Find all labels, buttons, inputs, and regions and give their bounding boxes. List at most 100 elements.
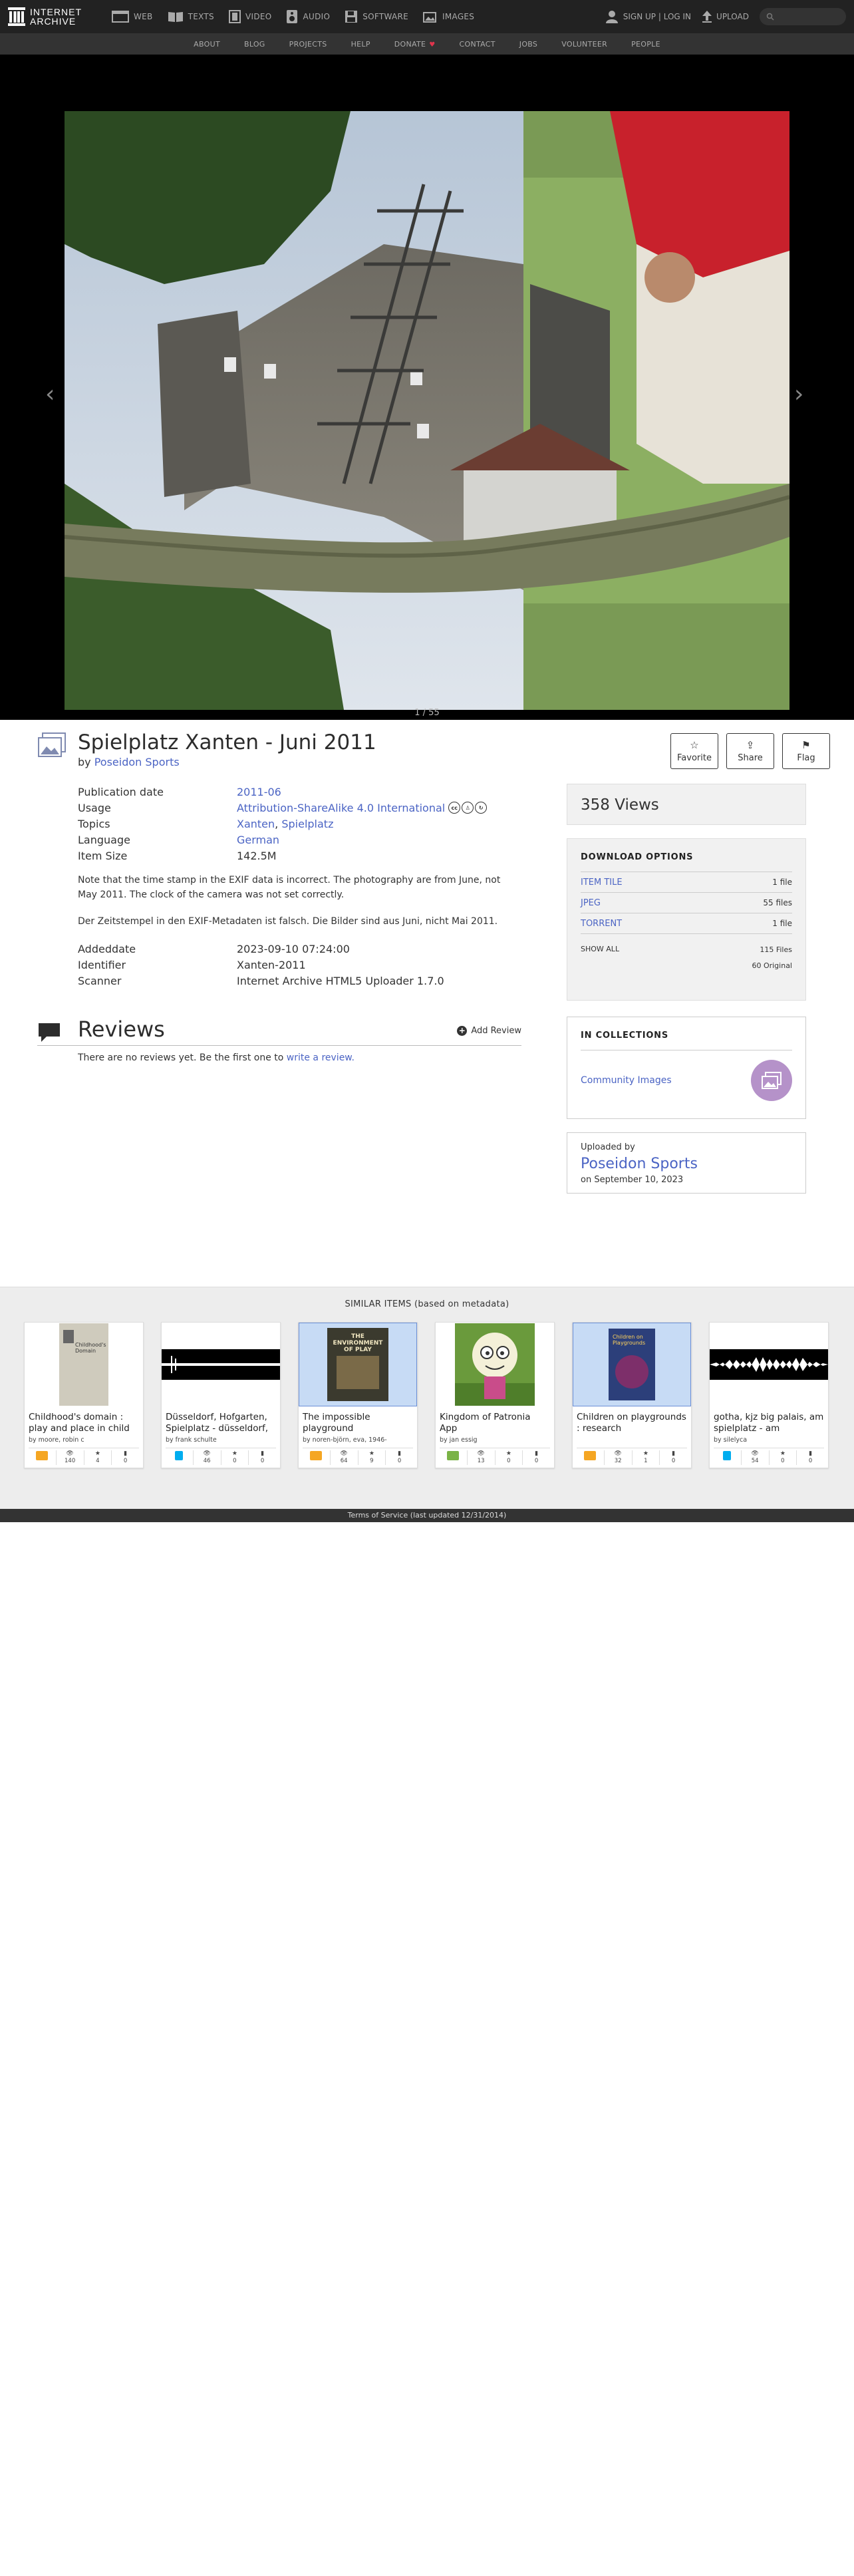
reviews-value: 0: [671, 1458, 676, 1464]
download-torrent-link[interactable]: TORRENT: [581, 919, 622, 929]
favs-value: 0: [233, 1458, 237, 1464]
add-review-button[interactable]: + Add Review: [457, 1026, 521, 1036]
search-input[interactable]: [760, 8, 846, 25]
download-count: 55 files: [763, 898, 792, 907]
show-all-link[interactable]: SHOW ALL: [581, 945, 619, 974]
web-icon: [112, 11, 129, 23]
signup-login-link[interactable]: SIGN UP | LOG IN: [605, 9, 691, 24]
topic-link-xanten[interactable]: Xanten: [237, 818, 275, 830]
tile-thumbnail[interactable]: [436, 1323, 554, 1406]
total-files[interactable]: 115 Files: [752, 942, 792, 958]
top-navigation: INTERNET ARCHIVE WEB TEXTS VIDEO AUDIO S…: [0, 0, 854, 33]
uploader-link[interactable]: Poseidon Sports: [581, 1156, 792, 1172]
views-stat: 👁 54: [742, 1450, 770, 1465]
upload-link[interactable]: UPLOAD: [702, 10, 749, 23]
nav-software[interactable]: SOFTWARE: [345, 10, 408, 23]
download-options-box: DOWNLOAD OPTIONS ITEM TILE 1 file JPEG 5…: [567, 838, 806, 1001]
language-label: Language: [78, 833, 130, 846]
windmill-photo-image: [65, 111, 789, 710]
tile-thumbnail[interactable]: [162, 1323, 280, 1406]
favorite-button[interactable]: ☆ Favorite: [670, 733, 718, 769]
previous-image-arrow[interactable]: ‹: [45, 381, 55, 408]
similar-item-tile[interactable]: Children on Playgrounds Children on play…: [572, 1322, 692, 1468]
similar-items-heading: SIMILAR ITEMS (based on metadata): [345, 1299, 509, 1309]
views-value: 140: [65, 1458, 76, 1464]
nav-texts[interactable]: TEXTS: [168, 11, 214, 23]
subnav-projects[interactable]: PROJECTS: [289, 40, 327, 49]
tile-stats: 👁 54 ★ 0 ▮ 0: [714, 1448, 824, 1465]
subnav-help[interactable]: HELP: [351, 40, 370, 49]
usage-label: Usage: [78, 801, 111, 814]
plus-icon: +: [457, 1026, 468, 1036]
tile-title: gotha, kjz big palais, am spielplatz - a…: [714, 1412, 824, 1434]
subnav-volunteer[interactable]: VOLUNTEER: [561, 40, 607, 49]
tile-title: Childhood's domain : play and place in c…: [29, 1412, 130, 1434]
heart-icon: ♥: [429, 41, 436, 49]
star-icon: ★: [368, 1450, 374, 1457]
similar-item-tile[interactable]: THE ENVIRONMENT OF PLAY The impossible p…: [298, 1322, 418, 1468]
subnav-about[interactable]: ABOUT: [194, 40, 220, 49]
views-value: 46: [203, 1458, 211, 1464]
subnav-jobs[interactable]: JOBS: [519, 40, 537, 49]
similar-item-tile[interactable]: Düsseldorf, Hofgarten, Spielplatz - düss…: [161, 1322, 281, 1468]
write-review-link[interactable]: write a review.: [287, 1052, 355, 1063]
cc-license-icons[interactable]: cc ♙ ↻: [448, 802, 488, 814]
collection-thumbnail[interactable]: [751, 1060, 792, 1101]
item-title: Spielplatz Xanten - Juni 2011: [78, 730, 376, 754]
language-link[interactable]: German: [237, 834, 279, 846]
tile-creator: by noren-björn, eva, 1946-: [303, 1436, 387, 1444]
download-item-tile-link[interactable]: ITEM TILE: [581, 878, 623, 887]
secondary-navigation: ABOUT BLOG PROJECTS HELP DONATE ♥ CONTACT…: [0, 33, 854, 55]
views-stat: 👁 46: [194, 1450, 221, 1465]
subnav-contact[interactable]: CONTACT: [460, 40, 496, 49]
download-row: JPEG 55 files: [581, 893, 792, 913]
tile-title: Düsseldorf, Hofgarten, Spielplatz - düss…: [166, 1412, 269, 1434]
flag-icon: ⚑: [801, 738, 811, 751]
eye-icon: 👁: [66, 1450, 74, 1457]
pubdate-link[interactable]: 2011-06: [237, 786, 281, 798]
eye-icon: 👁: [340, 1450, 348, 1457]
tile-stats: 👁 64 ★ 9 ▮ 0: [303, 1448, 413, 1465]
community-images-link[interactable]: Community Images: [581, 1075, 672, 1086]
identifier-label: Identifier: [78, 958, 126, 971]
creator-link[interactable]: Poseidon Sports: [94, 756, 180, 768]
topics-label: Topics: [78, 817, 110, 830]
mediatype-image: [440, 1450, 468, 1465]
share-button[interactable]: ⇪ Share: [726, 733, 774, 769]
metadata-row-pubdate: Publication date 2011-06: [78, 784, 510, 800]
subnav-donate[interactable]: DONATE ♥: [394, 40, 436, 49]
subnav-blog[interactable]: BLOG: [244, 40, 265, 49]
favorite-label: Favorite: [677, 752, 712, 763]
nav-video[interactable]: VIDEO: [228, 10, 272, 23]
tile-thumbnail[interactable]: [710, 1323, 828, 1406]
tile-thumbnail[interactable]: Children on Playgrounds: [573, 1323, 691, 1406]
reviews-value: 0: [260, 1458, 265, 1464]
nav-web[interactable]: WEB: [112, 11, 153, 23]
favs-value: 4: [96, 1458, 100, 1464]
reviews-stat: ▮ 0: [660, 1450, 687, 1465]
similar-item-tile[interactable]: gotha, kjz big palais, am spielplatz - a…: [709, 1322, 829, 1468]
book-cover-image: Childhood's Domain: [59, 1323, 108, 1406]
book-icon: [36, 1451, 49, 1460]
item-byline: by Poseidon Sports: [78, 756, 180, 768]
flag-label: Flag: [797, 752, 815, 763]
similar-item-tile[interactable]: Childhood's Domain Childhood's domain : …: [24, 1322, 144, 1468]
sharealike-icon: ↻: [475, 802, 488, 814]
original-files[interactable]: 60 Original: [752, 958, 792, 974]
footer-terms-link[interactable]: Terms of Service (last updated 12/31/201…: [0, 1509, 854, 1522]
license-link[interactable]: Attribution-ShareAlike 4.0 International: [237, 802, 445, 814]
nav-audio[interactable]: AUDIO: [286, 9, 330, 24]
eye-icon: 👁: [614, 1450, 622, 1457]
topic-link-spielplatz[interactable]: Spielplatz: [281, 818, 333, 830]
tile-thumbnail[interactable]: THE ENVIRONMENT OF PLAY: [299, 1323, 417, 1406]
flag-button[interactable]: ⚑ Flag: [782, 733, 830, 769]
next-image-arrow[interactable]: ›: [794, 381, 803, 408]
nav-images[interactable]: IMAGES: [423, 11, 474, 23]
download-jpeg-link[interactable]: JPEG: [581, 898, 601, 908]
size-label: Item Size: [78, 849, 128, 862]
tile-thumbnail[interactable]: Childhood's Domain: [25, 1323, 143, 1406]
download-count: 1 file: [772, 919, 792, 928]
similar-item-tile[interactable]: Kingdom of Patronia App by jan essig 👁 13…: [435, 1322, 555, 1468]
subnav-people[interactable]: PEOPLE: [631, 40, 660, 49]
internet-archive-logo[interactable]: INTERNET ARCHIVE: [8, 7, 101, 26]
